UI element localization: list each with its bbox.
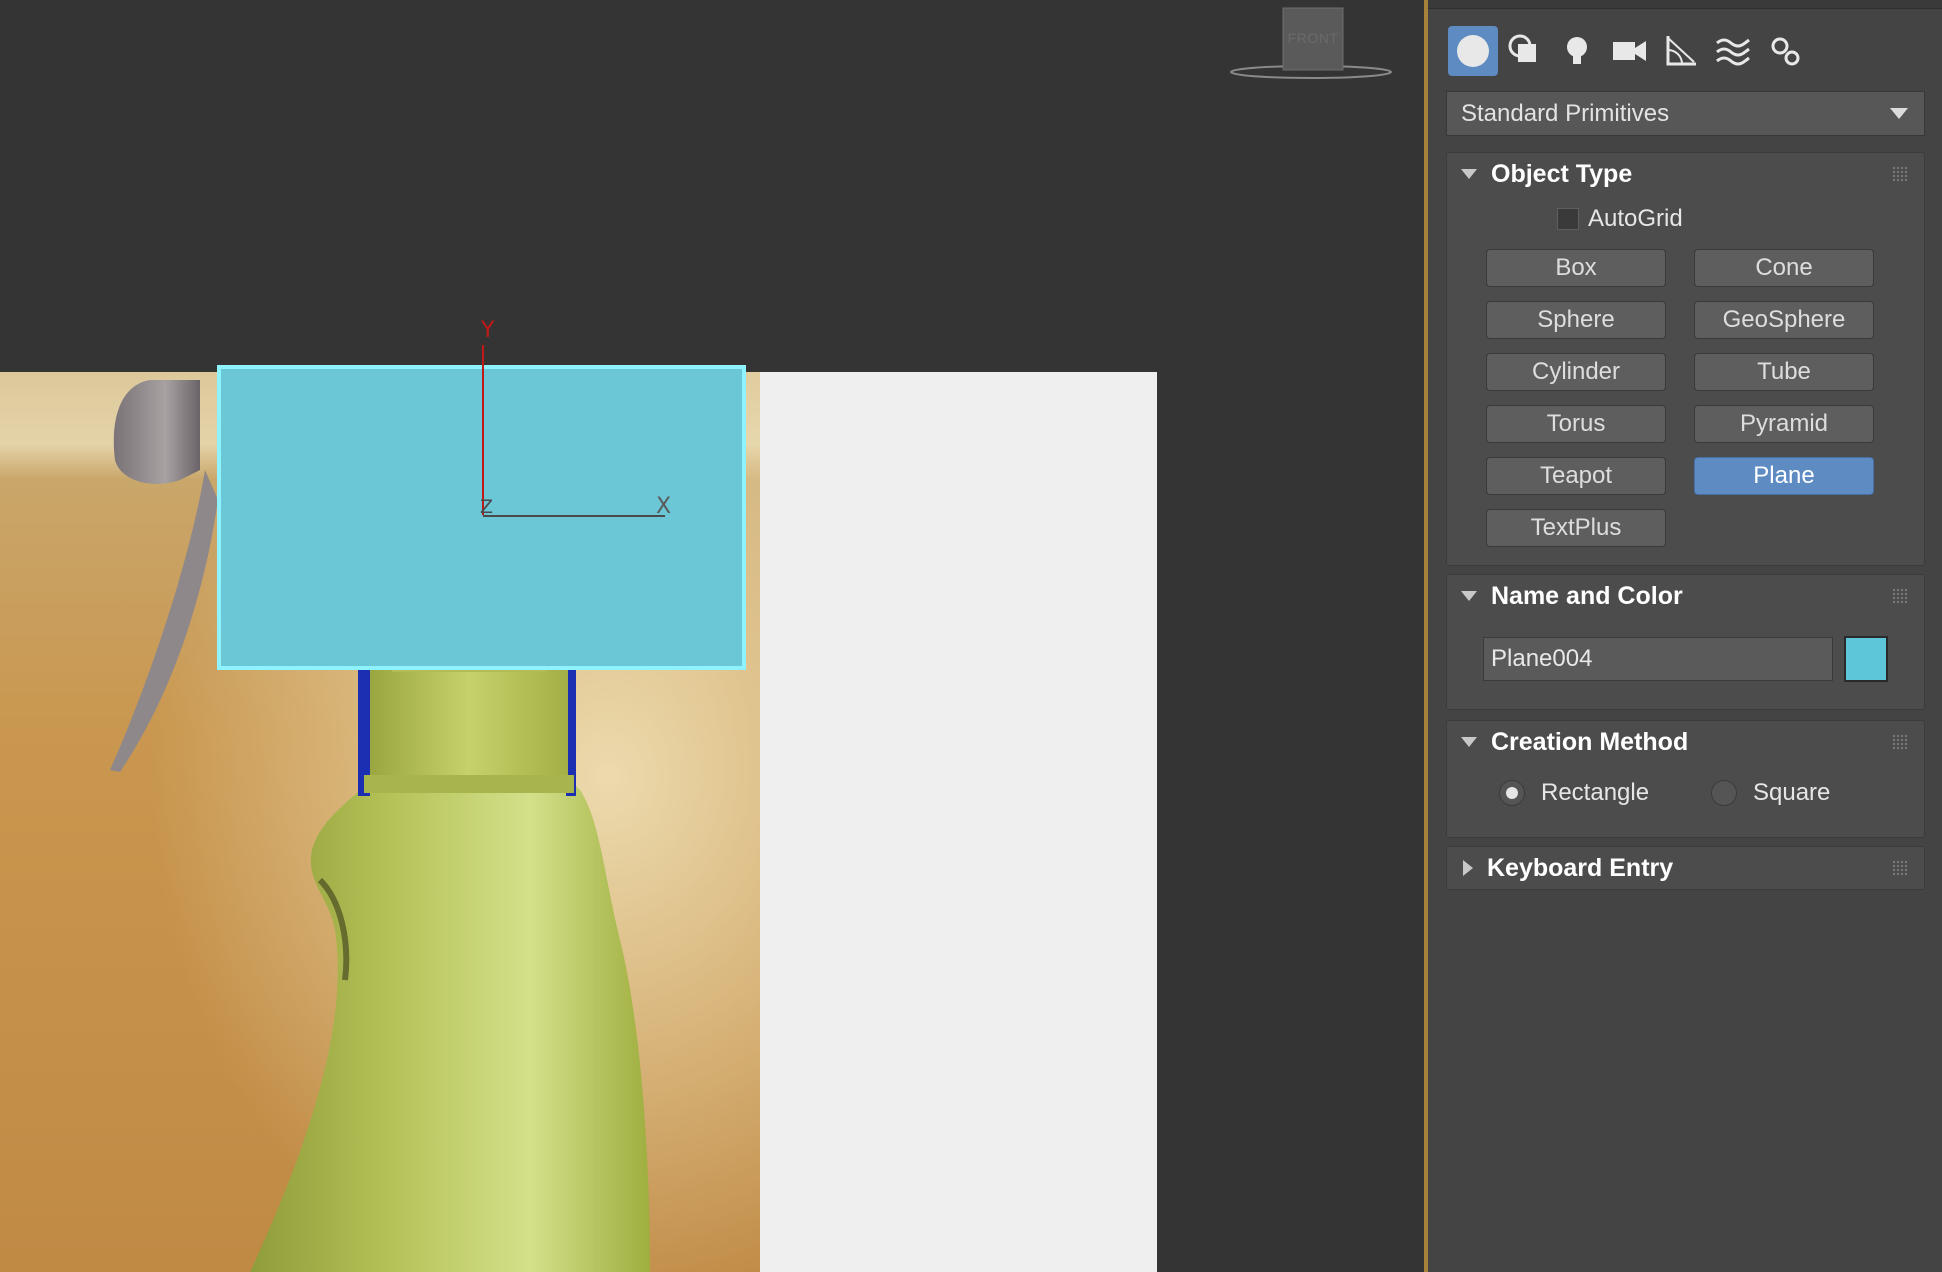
autogrid-checkbox-row[interactable]: AutoGrid [1557,205,1683,233]
expand-triangle-icon [1463,860,1473,876]
gizmo-z-label: Z [480,496,494,518]
front-viewport[interactable]: FRONT Y Z X [0,0,1424,1272]
keyboard-entry-title: Keyboard Entry [1487,853,1674,882]
panel-tab-strip[interactable] [1428,0,1942,9]
box-button[interactable]: Box [1486,249,1666,287]
grip-icon[interactable] [1892,588,1908,604]
viewcube-label[interactable]: FRONT [1283,8,1343,68]
creation-method-rollout: Creation Method Rectangle Square [1446,720,1925,838]
geometry-icon[interactable] [1448,26,1498,76]
object-type-title: Object Type [1491,159,1633,188]
gizmo-x-label: X [656,494,672,519]
grip-icon[interactable] [1892,166,1908,182]
pyramid-button[interactable]: Pyramid [1694,405,1874,443]
systems-icon[interactable] [1760,26,1810,76]
rectangle-radio[interactable] [1499,780,1525,806]
autogrid-checkbox[interactable] [1557,208,1579,230]
rectangle-radio-option[interactable]: Rectangle [1499,779,1649,807]
sphere-button[interactable]: Sphere [1486,301,1666,339]
square-radio[interactable] [1711,780,1737,806]
chevron-down-icon [1890,108,1908,119]
spacewarps-icon[interactable] [1708,26,1758,76]
textplus-button[interactable]: TextPlus [1486,509,1666,547]
grip-icon[interactable] [1892,860,1908,876]
name-and-color-title: Name and Color [1491,581,1683,610]
collapse-triangle-icon [1461,591,1477,601]
object-color-swatch[interactable] [1844,636,1888,682]
tube-button[interactable]: Tube [1694,353,1874,391]
lights-icon[interactable] [1552,26,1602,76]
square-radio-option[interactable]: Square [1711,779,1830,807]
name-and-color-rollout: Name and Color Plane004 [1446,574,1925,710]
viewport-scene [0,7,1392,1272]
dropdown-selected-text: Standard Primitives [1461,99,1670,127]
command-panel: Standard Primitives Object Type AutoGrid… [1428,0,1942,1272]
creation-method-title: Creation Method [1491,727,1689,756]
cylinder-button[interactable]: Cylinder [1486,353,1666,391]
keyboard-entry-header[interactable]: Keyboard Entry [1447,847,1924,889]
name-and-color-header[interactable]: Name and Color [1447,575,1924,617]
square-label: Square [1753,779,1831,806]
plane-button[interactable]: Plane [1694,457,1874,495]
rectangle-label: Rectangle [1541,779,1650,806]
primitive-type-dropdown[interactable]: Standard Primitives [1446,91,1925,136]
object-type-header[interactable]: Object Type [1447,153,1924,195]
creation-method-header[interactable]: Creation Method [1447,721,1924,763]
object-name-field[interactable]: Plane004 [1483,637,1833,681]
helpers-icon[interactable] [1656,26,1706,76]
keyboard-entry-rollout: Keyboard Entry [1446,846,1925,890]
create-category-toolbar [1448,26,1810,76]
collapse-triangle-icon [1461,737,1477,747]
gizmo-y-label: Y [481,318,495,343]
shapes-icon[interactable] [1500,26,1550,76]
cone-button[interactable]: Cone [1694,249,1874,287]
autogrid-label: AutoGrid [1588,205,1683,232]
teapot-button[interactable]: Teapot [1486,457,1666,495]
torus-button[interactable]: Torus [1486,405,1666,443]
geosphere-button[interactable]: GeoSphere [1694,301,1874,339]
grip-icon[interactable] [1892,734,1908,750]
collapse-triangle-icon [1461,169,1477,179]
cameras-icon[interactable] [1604,26,1654,76]
object-type-rollout: Object Type AutoGrid Box Cone Sphere Geo… [1446,152,1925,566]
